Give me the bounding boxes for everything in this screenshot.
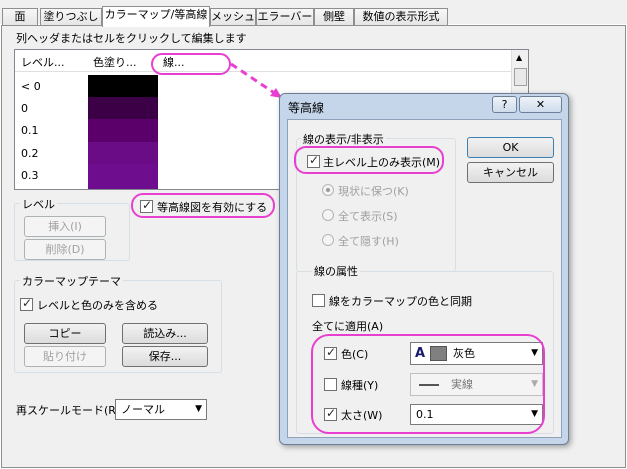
fill-cell-4[interactable] xyxy=(88,164,158,189)
sync-checkbox[interactable] xyxy=(312,294,325,307)
show-hide-group-label: 線の表示/非表示 xyxy=(301,131,386,147)
include-levels-label: レベルと色のみを含める xyxy=(37,299,158,312)
copy-button[interactable]: コピー xyxy=(24,323,106,344)
save-button[interactable]: 保存... xyxy=(122,346,208,367)
tab-number-format[interactable]: 数値の表示形式 xyxy=(354,8,448,26)
levels-group-label: レベル xyxy=(20,196,57,212)
tab-mesh[interactable]: メッシュ xyxy=(210,8,256,26)
fill-cell-2[interactable] xyxy=(88,119,158,142)
fill-cell-0[interactable] xyxy=(88,75,158,97)
insert-button[interactable]: 挿入(I) xyxy=(24,216,106,237)
row-label[interactable]: 0.1 xyxy=(21,124,39,137)
keep-label: 現状に保つ(K) xyxy=(338,185,409,198)
attributes-group-label: 線の属性 xyxy=(312,263,360,279)
load-button[interactable]: 読込み... xyxy=(122,323,208,344)
cancel-button[interactable]: キャンセル xyxy=(467,162,554,183)
show-all-label: 全て表示(S) xyxy=(338,210,398,223)
close-button[interactable]: ✕ xyxy=(519,96,562,113)
rescale-value: ノーマル xyxy=(121,403,165,416)
tab-sidewall[interactable]: 側壁 xyxy=(314,8,354,26)
keep-radio[interactable] xyxy=(322,184,334,196)
hide-all-label: 全て隠す(H) xyxy=(338,235,399,248)
tab-surface[interactable]: 面 xyxy=(2,8,38,26)
grid-instruction: 列ヘッダまたはセルをクリックして編集します xyxy=(16,32,247,45)
highlight-attributes xyxy=(311,334,545,434)
row-label[interactable]: 0.3 xyxy=(21,169,39,182)
tab-colormap-contour[interactable]: カラーマップ/等高線 xyxy=(102,6,210,27)
show-all-radio[interactable] xyxy=(322,209,334,221)
tab-bar: 面 塗りつぶし カラーマップ/等高線 メッシュ エラーバー 側壁 数値の表示形式 xyxy=(0,0,627,27)
row-label[interactable]: 0 xyxy=(21,102,28,115)
row-label[interactable]: 0.2 xyxy=(21,147,39,160)
theme-group-label: カラーマップテーマ xyxy=(20,273,123,289)
tab-errorbar[interactable]: エラーバー xyxy=(256,8,314,26)
row-label[interactable]: < 0 xyxy=(21,80,41,93)
pointer-arrow-icon xyxy=(230,62,282,98)
fill-cell-1[interactable] xyxy=(88,97,158,119)
highlight-enable-contour xyxy=(131,193,275,218)
include-levels-checkbox[interactable] xyxy=(20,296,33,311)
tab-fill[interactable]: 塗りつぶし xyxy=(40,8,102,26)
fill-cell-3[interactable] xyxy=(88,142,158,164)
rescale-label: 再スケールモード(R) xyxy=(16,404,121,417)
dialog-title: 等高線 xyxy=(288,101,325,115)
header-fill[interactable]: 色塗り... xyxy=(93,54,137,70)
scroll-up-icon[interactable]: ▲ xyxy=(516,53,522,62)
header-level[interactable]: レベル... xyxy=(21,54,65,70)
rescale-select[interactable]: ノーマル ▼ xyxy=(115,399,207,420)
delete-button[interactable]: 削除(D) xyxy=(24,239,106,260)
chevron-down-icon: ▼ xyxy=(195,404,202,414)
highlight-line-header xyxy=(151,53,231,75)
sync-label: 線をカラーマップの色と同期 xyxy=(329,295,472,308)
help-button[interactable]: ? xyxy=(492,96,517,113)
ok-button[interactable]: OK xyxy=(467,137,554,158)
hide-all-radio[interactable] xyxy=(322,234,334,246)
paste-button[interactable]: 貼り付け xyxy=(24,346,106,367)
apply-all-label: 全てに適用(A) xyxy=(312,320,384,333)
highlight-major-only xyxy=(294,146,444,174)
scroll-thumb[interactable] xyxy=(514,68,527,86)
